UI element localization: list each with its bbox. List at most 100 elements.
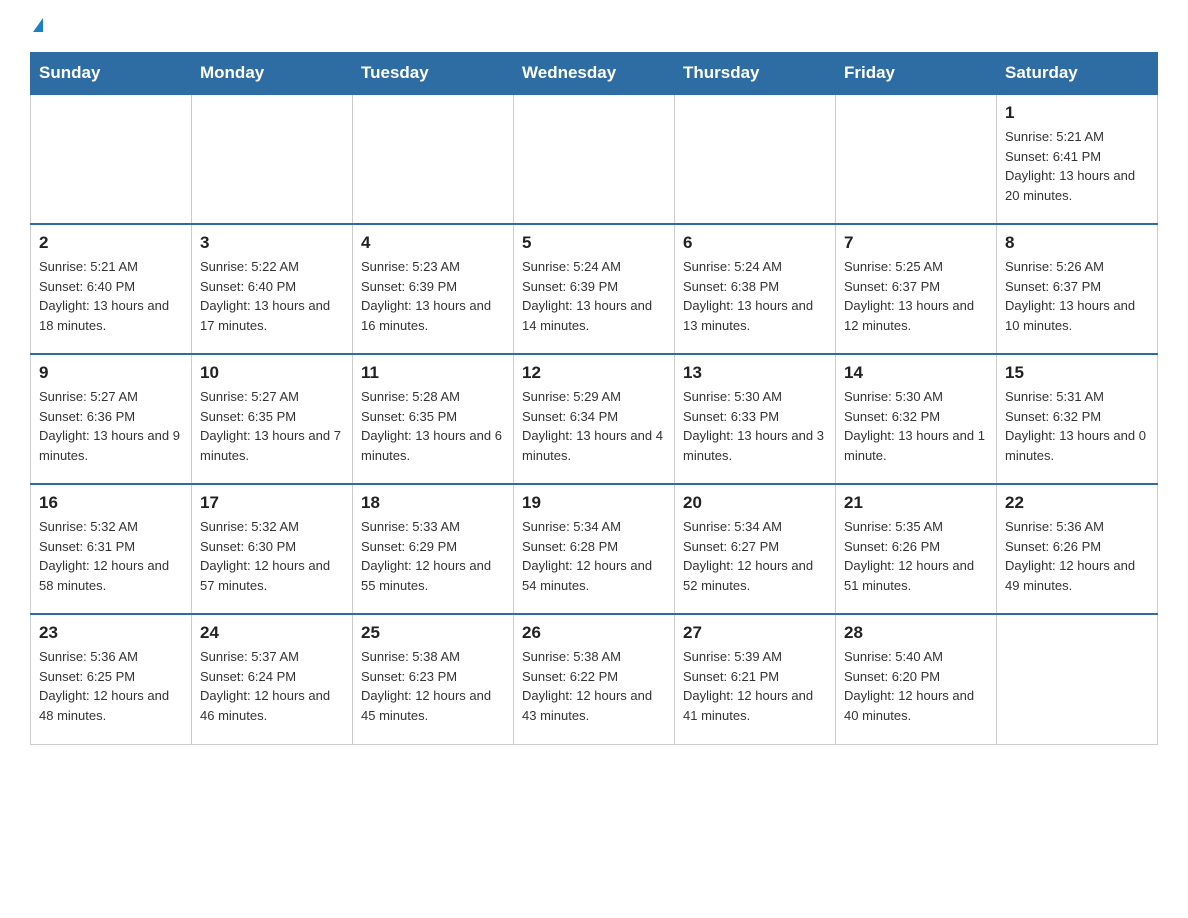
day-number: 24 <box>200 623 344 643</box>
day-of-week-header: Tuesday <box>353 53 514 95</box>
calendar-day-cell <box>192 94 353 224</box>
calendar-day-cell: 13 Sunrise: 5:30 AMSunset: 6:33 PMDayligh… <box>675 354 836 484</box>
day-info: Sunrise: 5:34 AMSunset: 6:27 PMDaylight:… <box>683 517 827 595</box>
day-number: 25 <box>361 623 505 643</box>
calendar-day-cell: 4 Sunrise: 5:23 AMSunset: 6:39 PMDaylight… <box>353 224 514 354</box>
calendar-day-cell: 28 Sunrise: 5:40 AMSunset: 6:20 PMDayligh… <box>836 614 997 744</box>
calendar-day-cell <box>836 94 997 224</box>
calendar-day-cell: 25 Sunrise: 5:38 AMSunset: 6:23 PMDayligh… <box>353 614 514 744</box>
day-number: 26 <box>522 623 666 643</box>
calendar-day-cell <box>997 614 1158 744</box>
day-number: 3 <box>200 233 344 253</box>
calendar-day-cell: 7 Sunrise: 5:25 AMSunset: 6:37 PMDaylight… <box>836 224 997 354</box>
calendar-week-row: 1Sunrise: 5:21 AMSunset: 6:41 PMDaylight… <box>31 94 1158 224</box>
calendar-day-cell: 19 Sunrise: 5:34 AMSunset: 6:28 PMDayligh… <box>514 484 675 614</box>
day-number: 22 <box>1005 493 1149 513</box>
day-number: 9 <box>39 363 183 383</box>
day-of-week-header: Thursday <box>675 53 836 95</box>
calendar-week-row: 23 Sunrise: 5:36 AMSunset: 6:25 PMDayligh… <box>31 614 1158 744</box>
day-info: Sunrise: 5:29 AMSunset: 6:34 PMDaylight:… <box>522 387 666 465</box>
calendar-day-cell: 20 Sunrise: 5:34 AMSunset: 6:27 PMDayligh… <box>675 484 836 614</box>
day-info: Sunrise: 5:27 AMSunset: 6:35 PMDaylight:… <box>200 387 344 465</box>
calendar-day-cell: 27 Sunrise: 5:39 AMSunset: 6:21 PMDayligh… <box>675 614 836 744</box>
calendar-day-cell: 24 Sunrise: 5:37 AMSunset: 6:24 PMDayligh… <box>192 614 353 744</box>
calendar-day-cell: 14 Sunrise: 5:30 AMSunset: 6:32 PMDayligh… <box>836 354 997 484</box>
calendar-day-cell: 26 Sunrise: 5:38 AMSunset: 6:22 PMDayligh… <box>514 614 675 744</box>
day-number: 21 <box>844 493 988 513</box>
calendar-day-cell: 9 Sunrise: 5:27 AMSunset: 6:36 PMDaylight… <box>31 354 192 484</box>
day-number: 5 <box>522 233 666 253</box>
day-number: 6 <box>683 233 827 253</box>
logo <box>30 20 43 34</box>
calendar-header-row: SundayMondayTuesdayWednesdayThursdayFrid… <box>31 53 1158 95</box>
calendar-day-cell: 5 Sunrise: 5:24 AMSunset: 6:39 PMDaylight… <box>514 224 675 354</box>
calendar-day-cell: 2 Sunrise: 5:21 AMSunset: 6:40 PMDaylight… <box>31 224 192 354</box>
calendar-day-cell <box>31 94 192 224</box>
day-info: Sunrise: 5:32 AMSunset: 6:31 PMDaylight:… <box>39 517 183 595</box>
calendar-day-cell: 12 Sunrise: 5:29 AMSunset: 6:34 PMDayligh… <box>514 354 675 484</box>
day-number: 18 <box>361 493 505 513</box>
calendar-week-row: 9 Sunrise: 5:27 AMSunset: 6:36 PMDaylight… <box>31 354 1158 484</box>
day-info: Sunrise: 5:30 AMSunset: 6:32 PMDaylight:… <box>844 387 988 465</box>
day-number: 8 <box>1005 233 1149 253</box>
day-info: Sunrise: 5:24 AMSunset: 6:38 PMDaylight:… <box>683 257 827 335</box>
day-info: Sunrise: 5:40 AMSunset: 6:20 PMDaylight:… <box>844 647 988 725</box>
day-number: 15 <box>1005 363 1149 383</box>
day-number: 17 <box>200 493 344 513</box>
day-number: 7 <box>844 233 988 253</box>
day-number: 23 <box>39 623 183 643</box>
calendar-day-cell: 21 Sunrise: 5:35 AMSunset: 6:26 PMDayligh… <box>836 484 997 614</box>
day-info: Sunrise: 5:26 AMSunset: 6:37 PMDaylight:… <box>1005 257 1149 335</box>
day-info: Sunrise: 5:37 AMSunset: 6:24 PMDaylight:… <box>200 647 344 725</box>
day-info: Sunrise: 5:36 AMSunset: 6:26 PMDaylight:… <box>1005 517 1149 595</box>
day-info: Sunrise: 5:21 AMSunset: 6:40 PMDaylight:… <box>39 257 183 335</box>
calendar-day-cell: 16 Sunrise: 5:32 AMSunset: 6:31 PMDayligh… <box>31 484 192 614</box>
calendar-day-cell: 3 Sunrise: 5:22 AMSunset: 6:40 PMDaylight… <box>192 224 353 354</box>
day-number: 14 <box>844 363 988 383</box>
day-info: Sunrise: 5:23 AMSunset: 6:39 PMDaylight:… <box>361 257 505 335</box>
day-info: Sunrise: 5:38 AMSunset: 6:23 PMDaylight:… <box>361 647 505 725</box>
day-number: 2 <box>39 233 183 253</box>
day-info: Sunrise: 5:28 AMSunset: 6:35 PMDaylight:… <box>361 387 505 465</box>
day-info: Sunrise: 5:36 AMSunset: 6:25 PMDaylight:… <box>39 647 183 725</box>
day-info: Sunrise: 5:33 AMSunset: 6:29 PMDaylight:… <box>361 517 505 595</box>
calendar-day-cell: 10Sunrise: 5:27 AMSunset: 6:35 PMDayligh… <box>192 354 353 484</box>
calendar-table: SundayMondayTuesdayWednesdayThursdayFrid… <box>30 52 1158 745</box>
calendar-day-cell: 11Sunrise: 5:28 AMSunset: 6:35 PMDayligh… <box>353 354 514 484</box>
day-info: Sunrise: 5:30 AMSunset: 6:33 PMDaylight:… <box>683 387 827 465</box>
day-number: 19 <box>522 493 666 513</box>
day-number: 28 <box>844 623 988 643</box>
calendar-day-cell <box>514 94 675 224</box>
calendar-day-cell <box>353 94 514 224</box>
day-info: Sunrise: 5:38 AMSunset: 6:22 PMDaylight:… <box>522 647 666 725</box>
calendar-day-cell: 22 Sunrise: 5:36 AMSunset: 6:26 PMDayligh… <box>997 484 1158 614</box>
calendar-day-cell: 15 Sunrise: 5:31 AMSunset: 6:32 PMDayligh… <box>997 354 1158 484</box>
calendar-day-cell: 17 Sunrise: 5:32 AMSunset: 6:30 PMDayligh… <box>192 484 353 614</box>
day-info: Sunrise: 5:22 AMSunset: 6:40 PMDaylight:… <box>200 257 344 335</box>
calendar-week-row: 16 Sunrise: 5:32 AMSunset: 6:31 PMDayligh… <box>31 484 1158 614</box>
day-info: Sunrise: 5:27 AMSunset: 6:36 PMDaylight:… <box>39 387 183 465</box>
day-number: 4 <box>361 233 505 253</box>
day-number: 13 <box>683 363 827 383</box>
calendar-day-cell: 8 Sunrise: 5:26 AMSunset: 6:37 PMDaylight… <box>997 224 1158 354</box>
day-info: Sunrise: 5:24 AMSunset: 6:39 PMDaylight:… <box>522 257 666 335</box>
day-info: Sunrise: 5:32 AMSunset: 6:30 PMDaylight:… <box>200 517 344 595</box>
calendar-day-cell: 23 Sunrise: 5:36 AMSunset: 6:25 PMDayligh… <box>31 614 192 744</box>
day-of-week-header: Friday <box>836 53 997 95</box>
calendar-day-cell: 6 Sunrise: 5:24 AMSunset: 6:38 PMDaylight… <box>675 224 836 354</box>
day-info: Sunrise: 5:39 AMSunset: 6:21 PMDaylight:… <box>683 647 827 725</box>
day-number: 12 <box>522 363 666 383</box>
day-number: 16 <box>39 493 183 513</box>
day-of-week-header: Wednesday <box>514 53 675 95</box>
day-info: Sunrise: 5:31 AMSunset: 6:32 PMDaylight:… <box>1005 387 1149 465</box>
day-info: Sunrise: 5:35 AMSunset: 6:26 PMDaylight:… <box>844 517 988 595</box>
logo-triangle-icon <box>33 18 43 32</box>
day-info: Sunrise: 5:21 AMSunset: 6:41 PMDaylight:… <box>1005 127 1149 205</box>
day-of-week-header: Saturday <box>997 53 1158 95</box>
day-number: 20 <box>683 493 827 513</box>
day-info: Sunrise: 5:25 AMSunset: 6:37 PMDaylight:… <box>844 257 988 335</box>
day-number: 27 <box>683 623 827 643</box>
day-info: Sunrise: 5:34 AMSunset: 6:28 PMDaylight:… <box>522 517 666 595</box>
page-header <box>30 20 1158 34</box>
calendar-day-cell <box>675 94 836 224</box>
